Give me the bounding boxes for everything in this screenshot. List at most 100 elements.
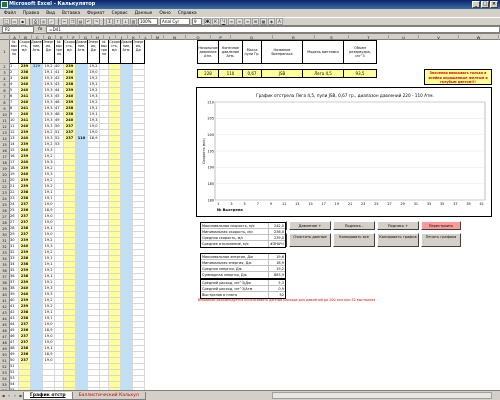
table-header-cell: № выс тре ла [100, 40, 109, 64]
new-icon[interactable]: □ [3, 18, 10, 25]
borders-icon[interactable]: ▦ [260, 18, 267, 25]
align-right-icon[interactable]: ≡ [244, 18, 251, 25]
copy-chart-button[interactable]: Копировать график [377, 233, 419, 247]
menu-bar: Файл Правка Вид Вставка Формат Сервис Да… [0, 9, 500, 17]
zoom-select[interactable]: 100% [138, 18, 158, 25]
table-header-cell: Скоро сть, м/с [64, 40, 76, 64]
menu-tools[interactable]: Сервис [112, 11, 128, 16]
copy-icon[interactable]: ❐ [69, 18, 76, 25]
x-tick-label: 31 [414, 202, 418, 206]
menu-file[interactable]: Файл [4, 11, 16, 16]
velocity-stats: Максимальная скорость, м/с 242,0 Минималь… [200, 222, 286, 248]
font-size-select[interactable]: 9 [192, 18, 202, 25]
y-tick-label: 180 [208, 198, 214, 202]
print-chart-button[interactable]: Печать графика [421, 233, 461, 247]
x-tick-label: 25 [374, 202, 378, 206]
table-header-cell: Энерг ия, Дж [88, 40, 100, 64]
y-tick-label: 200 [208, 133, 214, 137]
label-minus-button[interactable]: Подпись - [333, 221, 375, 230]
spelling-icon[interactable]: ✓ [48, 18, 55, 25]
table-header-row: № выс тре ла Скоро сть, м/с Давле ние, Атм… [10, 40, 145, 64]
align-left-icon[interactable]: ≡ [228, 18, 235, 25]
underline-icon[interactable]: Ч [220, 18, 227, 25]
stat-value: 5,3 [278, 281, 284, 285]
merge-icon[interactable]: ⊞ [252, 18, 259, 25]
column-header[interactable]: V [419, 35, 459, 40]
column-header[interactable]: U [389, 35, 419, 40]
x-tick-label: 9 [270, 202, 272, 206]
pressure-plus-button[interactable]: Давление + [289, 221, 331, 230]
stat-row: Среднее отклонение, м/с #ЗНАЧ! [201, 241, 285, 247]
tab-chart-sheet[interactable]: График отстр [23, 391, 73, 400]
horizontal-scrollbar[interactable] [272, 392, 492, 399]
info-start-pressure[interactable]: 228 [197, 69, 219, 78]
maximize-button[interactable]: □ [481, 1, 489, 8]
info-header-row: Начальное давление Атм. Конечное давлени… [197, 40, 377, 64]
menu-view[interactable]: Вид [46, 11, 55, 16]
table-header-cell: Энерг ия, Дж [43, 40, 55, 64]
x-tick-label: 3 [230, 202, 232, 206]
x-tick-label: 23 [361, 202, 365, 206]
font-color-icon[interactable]: A [276, 18, 283, 25]
menu-data[interactable]: Данные [135, 11, 153, 16]
window-title: Microsoft Excel - Калькулятор [9, 1, 96, 7]
x-tick-label: 1 [217, 202, 219, 206]
font-select[interactable]: Arial Cyr [160, 18, 190, 25]
excel-icon [1, 1, 8, 8]
align-center-icon[interactable]: ≡ [236, 18, 243, 25]
x-tick-label: 19 [335, 202, 339, 206]
label-plus-button[interactable]: Подпись + [377, 221, 419, 230]
bold-icon[interactable]: Ж [204, 18, 211, 25]
italic-icon[interactable]: К [212, 18, 219, 25]
chart-wizard-icon[interactable]: ▥ [130, 18, 137, 25]
sort-asc-icon[interactable]: ↑ [114, 18, 121, 25]
info-volume[interactable]: 93,5 [343, 69, 377, 78]
column-header[interactable]: M [152, 35, 164, 40]
toolbar-separator [29, 18, 30, 25]
y-tick-label: 195 [208, 149, 214, 153]
x-tick-label: 35 [440, 202, 444, 206]
table-header-cell: Скоро сть, м/с [109, 40, 121, 64]
save-icon[interactable]: ▪ [19, 18, 26, 25]
row-header[interactable]: 1 [0, 40, 9, 64]
cut-icon[interactable]: ✂ [61, 18, 68, 25]
info-header-end-pressure: Конечное давление Атм. [218, 40, 243, 64]
worksheet-grid[interactable]: ABCDEFGHIJKLMNOPQRSTUVW 1 2 3 4 5 6 7 8 9 10 11 12 1… [0, 35, 500, 390]
shot-table: № выс тре ла Скоро сть, м/с Давле ние, Атм… [10, 40, 145, 390]
formula-input[interactable]: =D41 [46, 26, 500, 33]
menu-insert[interactable]: Вставка [62, 11, 80, 16]
name-box[interactable]: P2 [2, 26, 34, 33]
info-ammo[interactable]: JSB [261, 69, 303, 78]
velocity-chart[interactable]: График отстрела Лега 4,5, пули JSB, 0,67… [196, 87, 492, 217]
sort-desc-icon[interactable]: ↓ [122, 18, 129, 25]
info-rifle[interactable]: Лега 4,5 [302, 69, 344, 78]
toolbar: □ ▭ ▪ ⎙ ◎ ✓ ✂ ❐ ▤ ↶ ↷ Σ ↑ ↓ ▥ 100% Arial… [0, 17, 500, 26]
menu-edit[interactable]: Правка [23, 11, 39, 16]
chart-title: График отстрела Лега 4,5, пули JSB, 0,67… [256, 93, 434, 98]
column-header[interactable]: N [164, 35, 186, 40]
minimize-button[interactable]: _ [472, 1, 480, 8]
fill-color-icon[interactable]: ◈ [268, 18, 275, 25]
table-header-cell: Энерг ия, Дж [133, 40, 145, 64]
print-icon[interactable]: ⎙ [32, 18, 39, 25]
redo-icon[interactable]: ↷ [93, 18, 100, 25]
table-header-cell: Давле ние, Атм. [31, 40, 43, 64]
sum-icon[interactable]: Σ [106, 18, 113, 25]
info-mass[interactable]: 0,67 [242, 69, 262, 78]
copy-all-button[interactable]: Копировать все [333, 233, 375, 247]
stat-label: Средний расход, см^3/Атм [201, 286, 269, 291]
menu-help[interactable]: Справка [178, 11, 197, 16]
clear-data-button[interactable]: Очистить данные [289, 233, 331, 247]
menu-format[interactable]: Формат [87, 11, 104, 16]
paste-icon[interactable]: ▤ [77, 18, 84, 25]
menu-window[interactable]: Окно [159, 11, 170, 16]
close-button[interactable]: × [490, 1, 498, 8]
preview-icon[interactable]: ◎ [40, 18, 47, 25]
tab-ballistic-sheet[interactable]: Баллистический Калькул [71, 391, 146, 400]
open-icon[interactable]: ▭ [11, 18, 18, 25]
column-header[interactable]: W [459, 35, 499, 40]
info-end-pressure[interactable]: 110 [218, 69, 243, 78]
rebuild-button[interactable]: Перестроить [421, 221, 461, 230]
undo-icon[interactable]: ↶ [85, 18, 92, 25]
stat-label: Средний расход, см^3/Дж [201, 280, 269, 285]
